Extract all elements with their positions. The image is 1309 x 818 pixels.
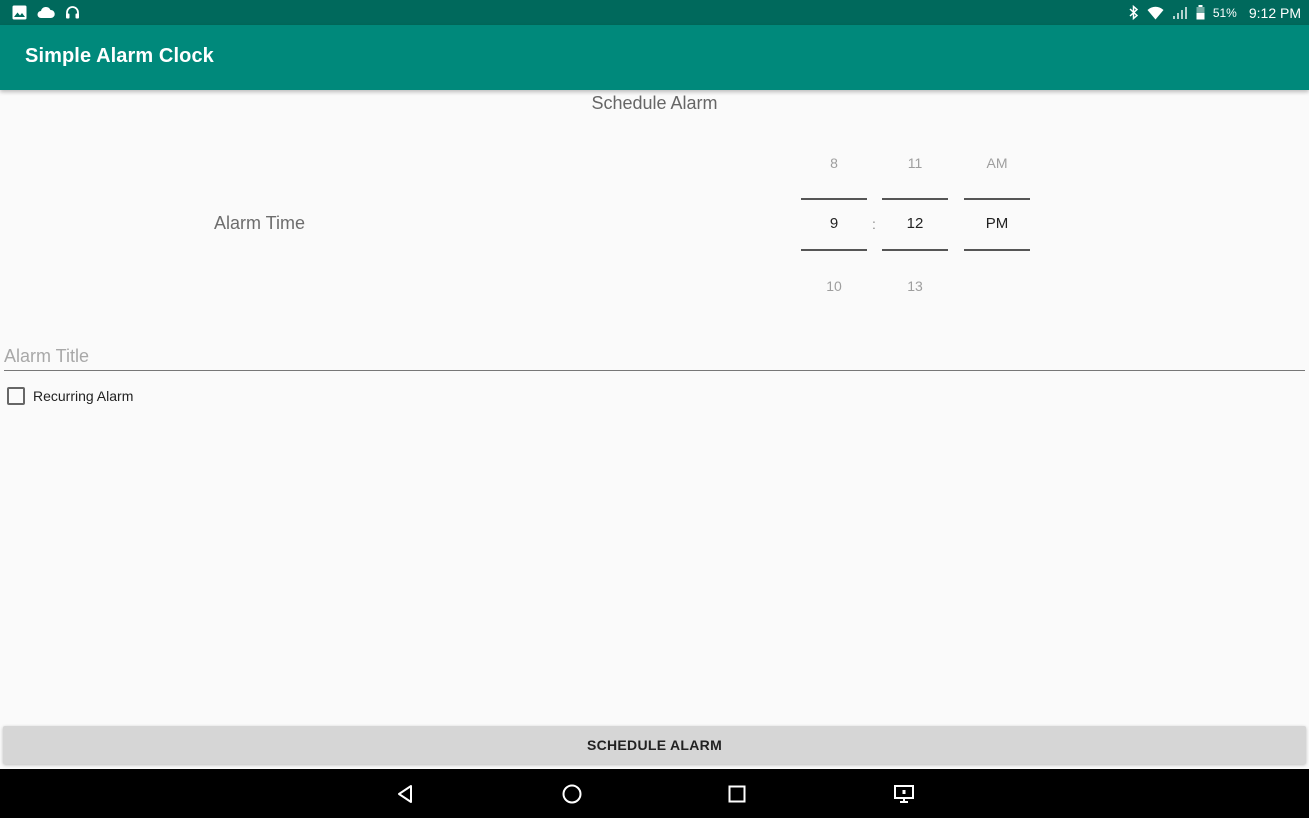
recurring-alarm-label[interactable]: Recurring Alarm (33, 388, 133, 404)
minute-prev[interactable]: 11 (882, 155, 948, 171)
home-icon[interactable] (560, 782, 584, 806)
minute-divider-top (882, 198, 948, 200)
hour-divider-top (801, 198, 867, 200)
app-screen: 51% 9:12 PM Simple Alarm Clock Schedule … (0, 0, 1309, 818)
ampm-value[interactable]: PM (964, 215, 1030, 232)
recents-icon[interactable] (725, 782, 749, 806)
app-title: Simple Alarm Clock (25, 45, 214, 67)
minute-divider-bottom (882, 249, 948, 251)
time-separator: : (872, 216, 876, 232)
recurring-alarm-checkbox[interactable] (7, 387, 25, 405)
alarm-time-label: Alarm Time (214, 213, 306, 233)
wifi-icon (1147, 6, 1164, 20)
back-icon[interactable] (394, 782, 418, 806)
hour-next[interactable]: 10 (801, 278, 867, 294)
hour-picker[interactable]: 8 9 10 (801, 152, 867, 294)
cast-icon[interactable] (892, 782, 916, 806)
alarm-title-input[interactable] (4, 342, 1305, 371)
ampm-picker[interactable]: AM PM (964, 152, 1030, 292)
headset-icon (65, 5, 80, 20)
hour-divider-bottom (801, 249, 867, 251)
battery-icon (1196, 5, 1205, 20)
ampm-divider-bottom (964, 249, 1030, 251)
minute-value[interactable]: 12 (882, 215, 948, 232)
hour-prev[interactable]: 8 (801, 155, 867, 171)
image-icon (12, 5, 27, 20)
cloud-icon (37, 6, 55, 19)
battery-percent: 51% (1212, 5, 1237, 20)
schedule-alarm-button[interactable]: SCHEDULE ALARM (3, 726, 1306, 764)
status-clock: 9:12 PM (1248, 4, 1301, 21)
hour-value[interactable]: 9 (801, 215, 867, 232)
app-bar: Simple Alarm Clock (0, 25, 1309, 90)
ampm-prev[interactable]: AM (964, 155, 1030, 171)
minute-picker[interactable]: 11 12 13 (882, 152, 948, 294)
minute-next[interactable]: 13 (882, 278, 948, 294)
section-title: Schedule Alarm (591, 93, 718, 113)
status-bar: 51% 9:12 PM (0, 0, 1309, 25)
navigation-bar (0, 769, 1309, 818)
ampm-divider-top (964, 198, 1030, 200)
signal-icon (1172, 6, 1188, 20)
recurring-alarm-checkbox-row[interactable]: Recurring Alarm (7, 386, 133, 406)
bluetooth-icon (1129, 5, 1139, 20)
